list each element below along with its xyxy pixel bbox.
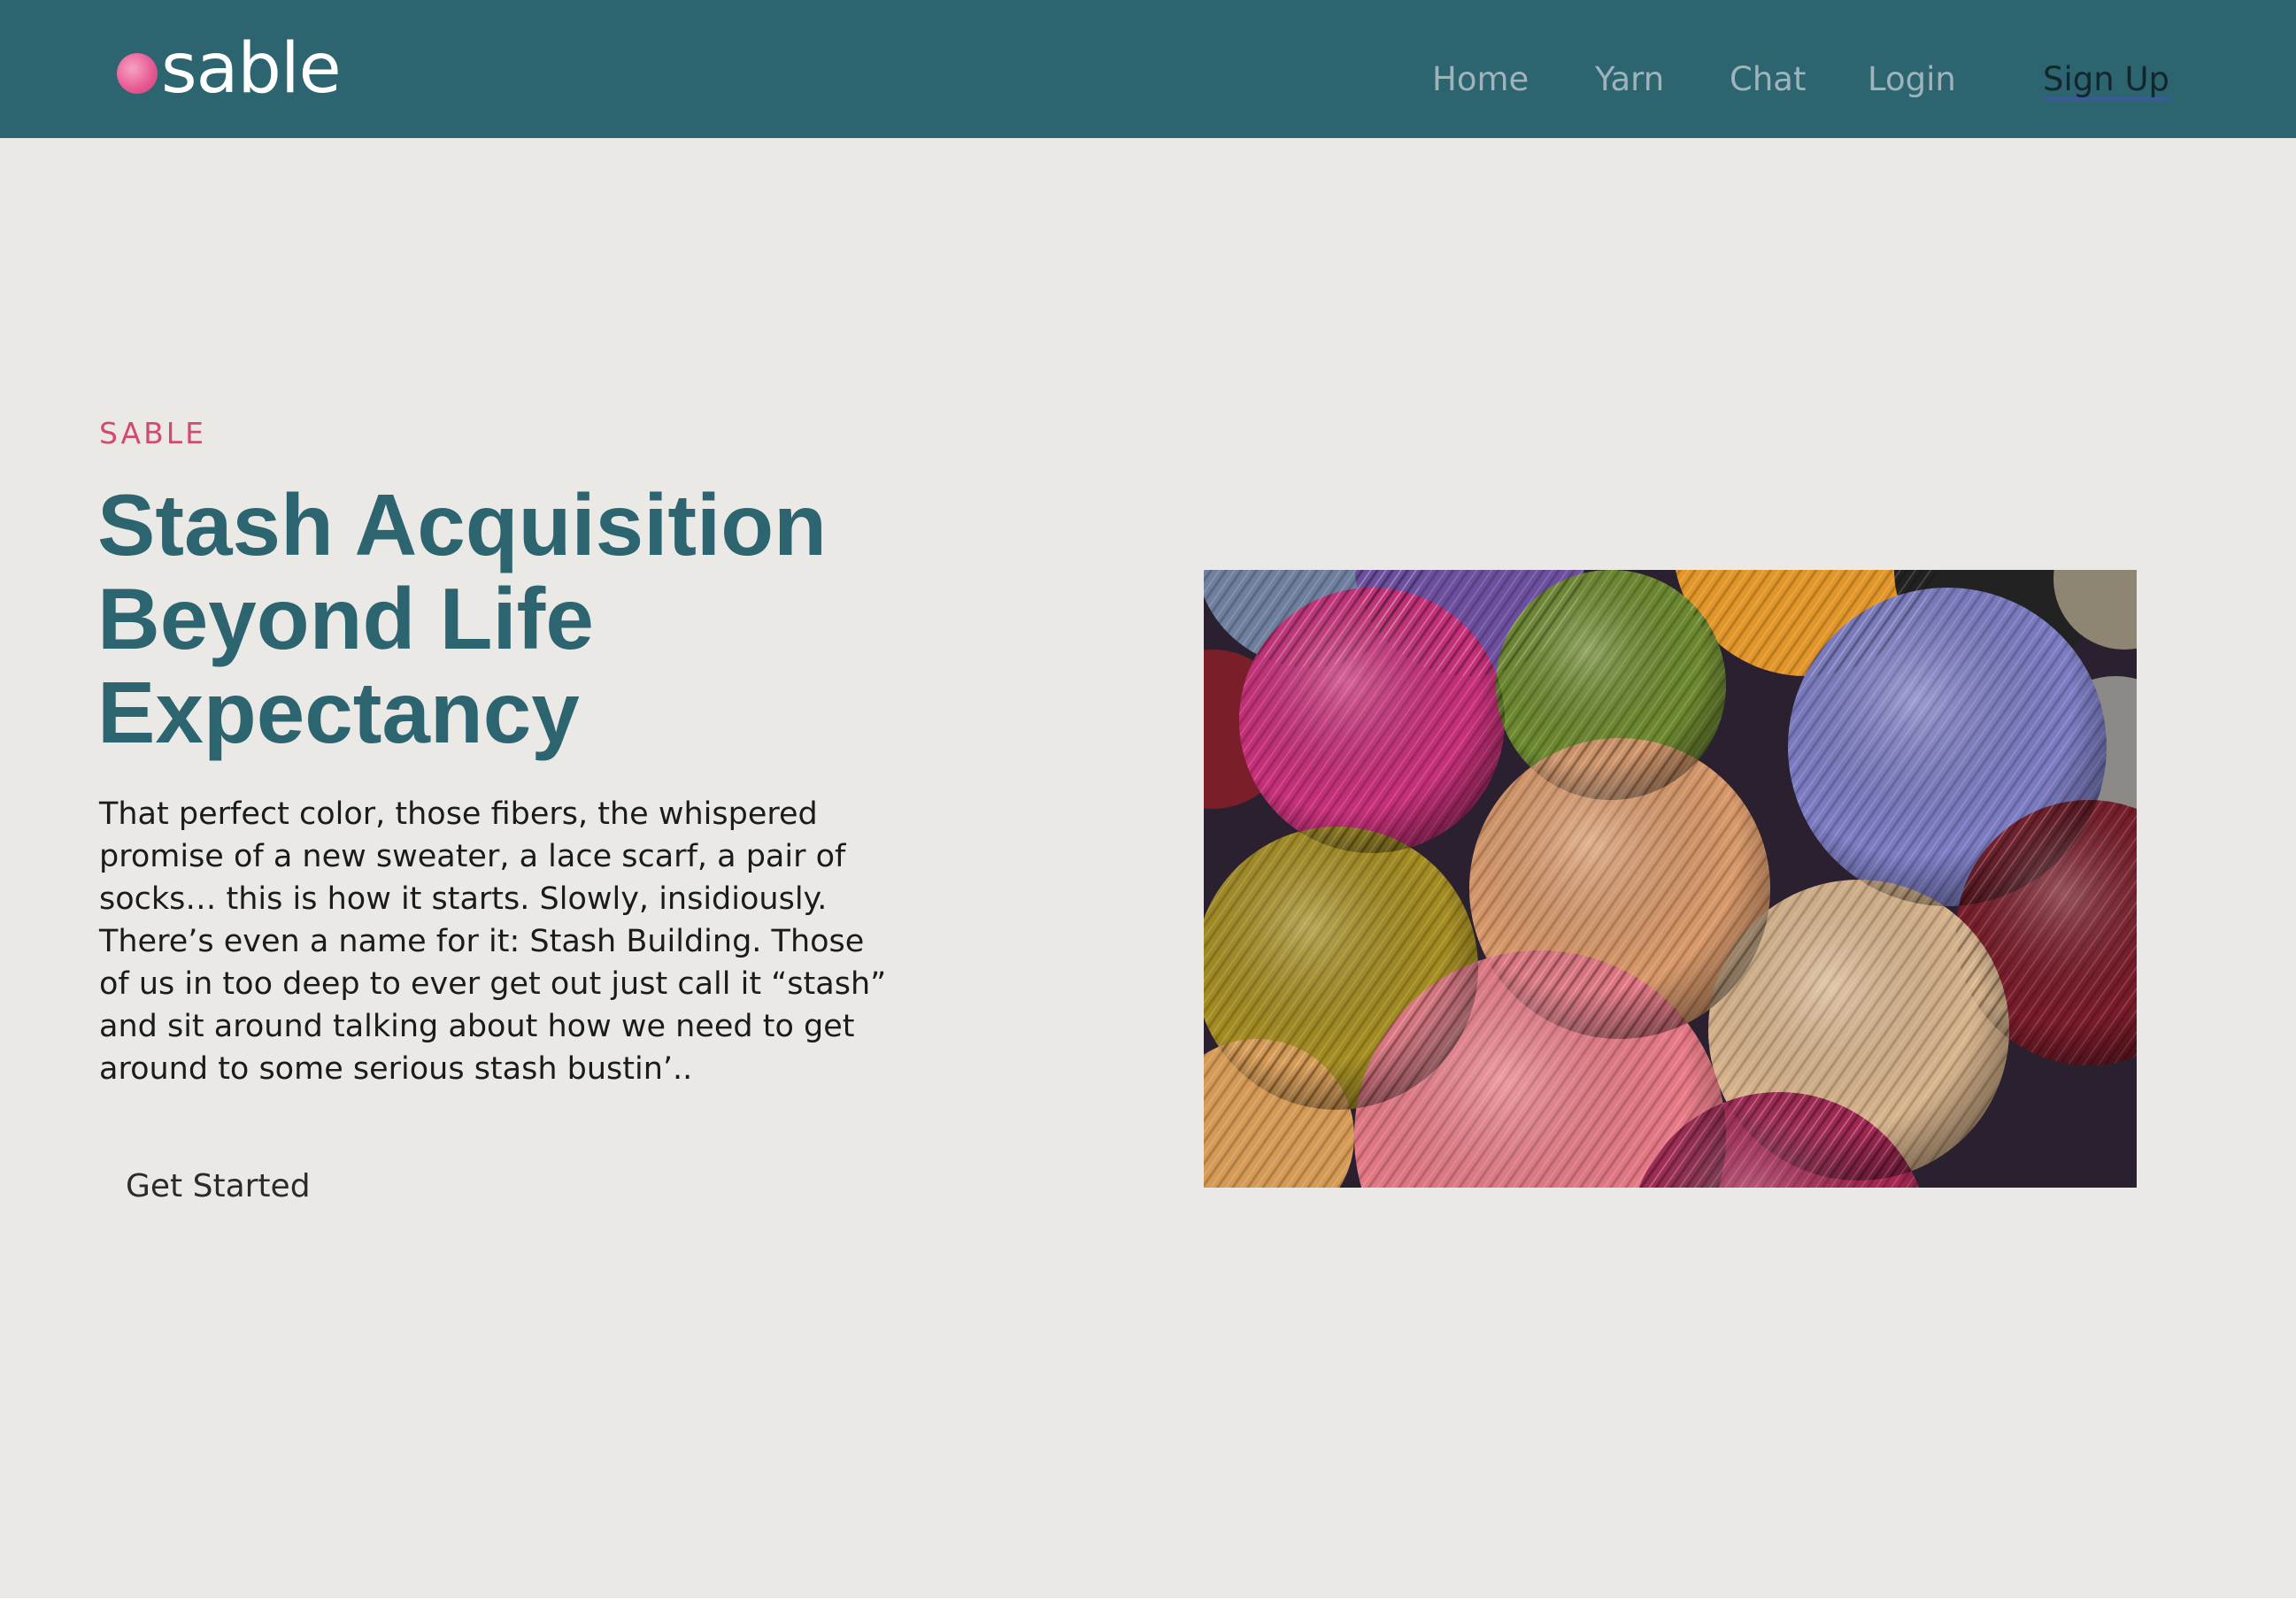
nav-home-link[interactable]: Home — [1432, 60, 1529, 98]
hero-body-text: That perfect color, those fibers, the wh… — [99, 796, 887, 1087]
nav-chat-link[interactable]: Chat — [1730, 60, 1806, 98]
hero-eyebrow: SABLE — [99, 416, 207, 450]
nav-signup-link[interactable]: Sign Up — [2043, 60, 2169, 98]
site-header: sable Home Yarn Chat Login Sign Up — [0, 0, 2296, 138]
main-nav: Home Yarn Chat Login Sign Up — [0, 60, 2296, 104]
hero-headline: Stash Acquisition Beyond Life Expectancy — [97, 476, 828, 761]
get-started-button[interactable]: Get Started — [126, 1168, 311, 1204]
nav-yarn-link[interactable]: Yarn — [1595, 60, 1664, 98]
nav-login-link[interactable]: Login — [1868, 60, 1956, 98]
yarn-balls-image — [1204, 570, 2137, 1188]
